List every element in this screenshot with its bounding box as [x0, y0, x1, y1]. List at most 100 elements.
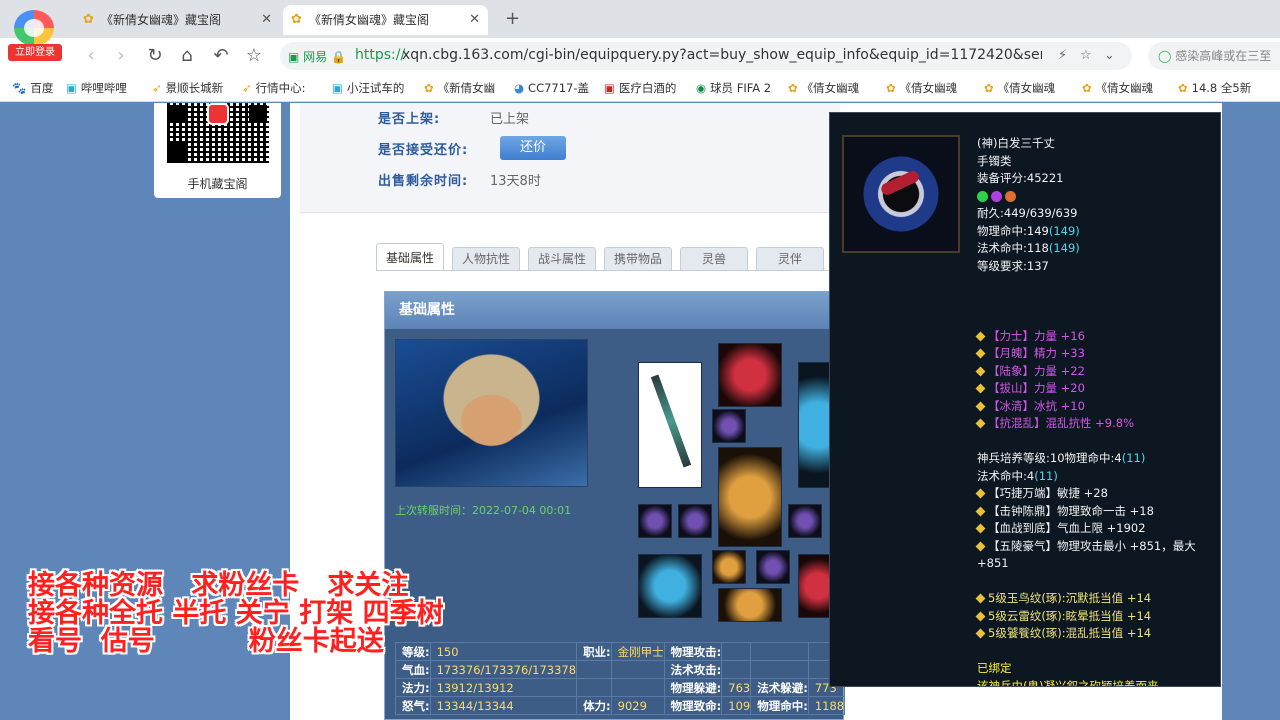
bookmark-item[interactable]: ✿ 14.8 全5新	[1178, 80, 1251, 96]
equip-weapon[interactable]	[638, 362, 702, 488]
tooltip-line: 已绑定	[977, 660, 1217, 678]
url-scheme: https://	[355, 47, 406, 63]
forward-icon[interactable]: ›	[110, 45, 132, 67]
tooltip-lines: (神)白发三千丈 手镯类 装备评分:45221 耐久:449/639/639 物理命中:…	[975, 135, 1217, 686]
tooltip-line: 物理命中:149(149)	[977, 223, 1217, 241]
tooltip-line	[977, 275, 1217, 293]
tab-2[interactable]: ✿ 《新倩女幽魂》藏宝阁 ✕	[283, 5, 488, 35]
stat-value: 9029	[610, 696, 665, 715]
tooltip-text: 【抗混乱】混乱抗性 +9.8%	[988, 416, 1135, 430]
search-placeholder: 感染高峰或在三至	[1175, 49, 1272, 63]
home-icon[interactable]: ⌂	[176, 45, 198, 67]
lightning-icon[interactable]: ⚡	[1058, 48, 1067, 63]
login-button[interactable]: 立即登录	[8, 44, 62, 61]
stat-label: 物理致命:	[663, 696, 723, 715]
bookmark-item[interactable]: ✿ 《倩女幽魂	[1082, 80, 1153, 96]
equip-ring[interactable]	[678, 504, 712, 538]
tab-title: 《新倩女幽魂》藏宝阁	[309, 13, 430, 27]
table-row: 怒气: 13344/13344 体力: 9029 物理致命: 109 物理命中:…	[395, 696, 846, 715]
tooltip-line: 法术命中:4(11)	[977, 468, 1217, 486]
bookmark-item[interactable]: ✿ 《倩女幽魂	[788, 80, 859, 96]
bookmark-item[interactable]: 🐾 百度	[12, 80, 53, 96]
close-tab-icon[interactable]: ✕	[469, 5, 480, 35]
chevron-down-icon[interactable]: ⌄	[1104, 48, 1115, 63]
stat-value: 金刚甲士	[610, 642, 665, 661]
undo-icon[interactable]: ↶	[210, 45, 232, 67]
tooltip-text: 【五陵豪气】物理攻击最小 +851，最大	[988, 538, 1196, 553]
bookmark-item[interactable]: ◉ 球员 FIFA 2	[696, 80, 771, 96]
reload-icon[interactable]: ↻	[144, 45, 166, 67]
bookmark-item[interactable]: ➶ 景顺长城新	[152, 80, 223, 96]
bookmark-star-icon[interactable]: ☆	[243, 45, 265, 67]
qr-code	[167, 103, 269, 163]
remain-value: 13天8时	[490, 174, 541, 189]
close-tab-icon[interactable]: ✕	[261, 5, 272, 35]
equip-slot[interactable]	[712, 550, 746, 584]
search-input[interactable]: ◯ 感染高峰或在三至	[1148, 42, 1280, 70]
bookmark-item[interactable]: ✿ 《倩女幽魂	[984, 80, 1055, 96]
equip-ring[interactable]	[638, 504, 672, 538]
tooltip-text: 【力士】力量 +16	[988, 328, 1085, 343]
tooltip-line: 【拔山】力量 +20	[975, 380, 1217, 398]
tab-combat[interactable]: 战斗属性	[528, 247, 596, 271]
game-favicon-icon: ✿	[291, 12, 302, 27]
equip-helmet[interactable]	[718, 343, 782, 407]
tooltip-line	[977, 433, 1217, 451]
stat-label: 物理攻击:	[663, 642, 723, 661]
tab-resistance[interactable]: 人物抗性	[452, 247, 520, 271]
stat-label: 物理躲避:	[663, 678, 723, 697]
equip-armor[interactable]	[718, 447, 782, 547]
stat-label	[576, 678, 612, 697]
promo-line-1: 接各种资源 求粉丝卡 求关注	[28, 570, 409, 601]
url-field[interactable]: ▣ 网易 🔒 https:// xqn.cbg.163.com/cgi-bin/…	[280, 42, 1132, 70]
stat-value: 109	[721, 696, 752, 715]
tab-1[interactable]: ✿ 《新倩女幽魂》藏宝阁 ✕	[75, 5, 280, 35]
bookmark-item[interactable]: ▣ 小汪试车的	[332, 80, 404, 96]
tab-basic[interactable]: 基础属性	[376, 243, 444, 271]
equip-gloves[interactable]	[638, 554, 702, 618]
tab-companion[interactable]: 灵伴	[756, 247, 824, 271]
tooltip-line	[977, 643, 1217, 661]
tooltip-line: 手镯类	[977, 153, 1217, 171]
tooltip-line: 法术命中:118(149)	[977, 240, 1217, 258]
new-tab-button[interactable]: +	[505, 8, 520, 29]
stat-label: 法力:	[395, 678, 431, 697]
table-row: 气血: 173376/173376/173378 法术攻击:	[395, 660, 846, 679]
mobile-qr-card[interactable]: 手机藏宝阁	[154, 103, 281, 198]
bargain-button[interactable]: 还价	[500, 136, 566, 160]
tab-items[interactable]: 携带物品	[604, 247, 672, 271]
equip-belt[interactable]	[718, 588, 782, 622]
remain-label: 出售剩余时间:	[378, 174, 469, 189]
bookmark-item[interactable]: ✿ 《新倩女幽	[424, 80, 495, 96]
security-badge: ▣ 网易 🔒	[288, 50, 346, 64]
tooltip-text: 耐久:449/639/639	[977, 206, 1078, 220]
stat-value	[721, 660, 752, 679]
bookmark-item[interactable]: ▣ 医疗白酒的	[604, 80, 676, 96]
stat-label: 法术攻击:	[663, 660, 723, 679]
bookmark-item[interactable]: ➶ 行情中心:	[242, 80, 306, 96]
stat-label: 等级:	[395, 642, 431, 661]
sale-info: 是否上架: 已上架 是否接受还价: 还价 出售剩余时间: 13天8时	[300, 103, 840, 213]
tooltip-extra: (11)	[1121, 451, 1146, 465]
tooltip-line: (神)白发三千丈	[977, 135, 1217, 153]
bullet-icon	[975, 593, 986, 604]
back-icon[interactable]: ‹	[80, 45, 102, 67]
transfer-time: 上次转服时间：2022-07-04 00:01	[395, 504, 572, 517]
bookmark-item[interactable]: ◕ CC7717-盖	[514, 80, 589, 96]
bookmark-item[interactable]: ✿ 《倩女幽魂	[886, 80, 957, 96]
tooltip-text: 物理命中:149	[977, 223, 1049, 238]
tooltip-text: 法术命中:118	[977, 241, 1049, 255]
tab-bar: 立即登录 ✿ 《新倩女幽魂》藏宝阁 ✕ ✿ 《新倩女幽魂》藏宝阁 ✕ +	[0, 0, 1280, 61]
stat-value: 150	[429, 642, 578, 661]
tooltip-line: 【血战到底】气血上限 +1902	[975, 520, 1217, 538]
bullet-icon	[975, 383, 986, 394]
favorite-icon[interactable]: ☆	[1080, 48, 1092, 63]
listed-row: 是否上架: 已上架	[378, 108, 529, 127]
bookmark-item[interactable]: ▣ 哔哩哔哩	[66, 80, 127, 96]
browser-logo[interactable]: 立即登录	[8, 8, 62, 62]
equip-slot[interactable]	[756, 550, 790, 584]
tooltip-text: 【月魄】精力 +33	[988, 346, 1085, 360]
equip-slot[interactable]	[712, 409, 746, 443]
tab-pets[interactable]: 灵兽	[680, 247, 748, 271]
equip-bracelet[interactable]	[788, 504, 822, 538]
